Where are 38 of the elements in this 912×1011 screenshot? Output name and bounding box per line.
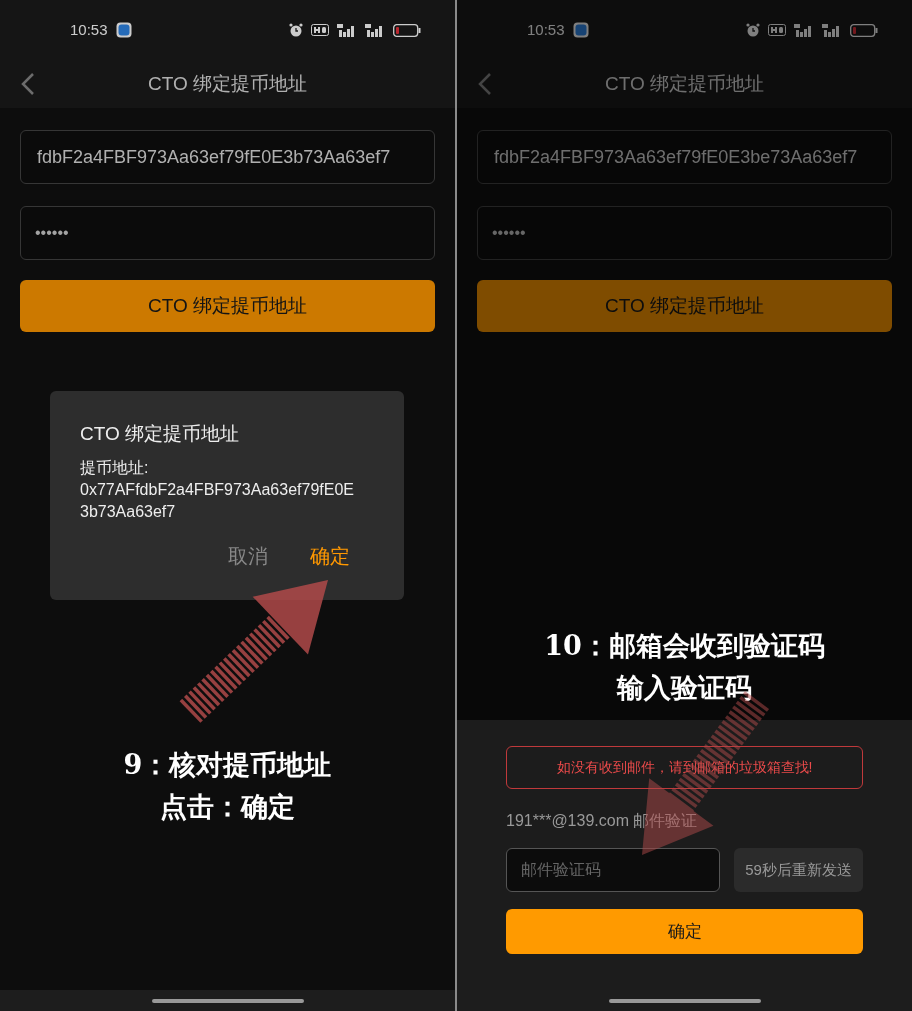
- caption-text: 点击：确定: [160, 790, 295, 824]
- caption-text: 9：核对提币地址: [123, 748, 332, 782]
- hd-icon: [311, 24, 329, 36]
- status-time: 10:53: [527, 19, 565, 40]
- confirm-button[interactable]: 确定: [506, 909, 863, 954]
- status-time: 10:53: [70, 19, 108, 40]
- app-icon: [572, 22, 589, 38]
- code-input[interactable]: 邮件验证码: [506, 848, 720, 892]
- page-title: CTO 绑定提币地址: [147, 71, 307, 96]
- dialog-title: CTO 绑定提币地址: [80, 422, 241, 446]
- address-field[interactable]: fdbF2a4FBF973Aa63ef79fE0E3b73Aa63ef7: [20, 130, 435, 184]
- address-label: 提币地址:: [80, 458, 150, 478]
- password-field[interactable]: ••••••: [477, 206, 892, 260]
- caption-text: 10：邮箱会收到验证码: [544, 629, 825, 663]
- password-field[interactable]: ••••••: [20, 206, 435, 260]
- resend-button[interactable]: 59秒后重新发送: [734, 848, 863, 892]
- signal-icon: [794, 23, 814, 37]
- alarm-icon: [289, 23, 303, 37]
- cancel-button[interactable]: 取消: [228, 541, 268, 571]
- address-field[interactable]: fdbF2a4FBF973Aa63ef79fE0E3be73Aa63ef7: [477, 130, 892, 184]
- alarm-icon: [746, 23, 760, 37]
- signal-icon: [822, 23, 842, 37]
- page-title: CTO 绑定提币地址: [604, 71, 764, 96]
- warning-notice: 如没有收到邮件，请到邮箱的垃圾箱查找!: [506, 746, 863, 789]
- caption-text: 输入验证码: [617, 671, 752, 705]
- signal-icon: [337, 23, 357, 37]
- pointer-arrow-icon: [179, 580, 328, 723]
- app-icon: [115, 22, 132, 38]
- signal-icon: [365, 23, 385, 37]
- battery-icon: [393, 23, 421, 37]
- submit-button[interactable]: CTO 绑定提币地址: [20, 280, 435, 332]
- home-indicator[interactable]: [151, 998, 304, 1003]
- battery-icon: [850, 23, 878, 37]
- hd-icon: [768, 24, 786, 36]
- address-text: 0x77AFfdbF2a4FBF973Aa63ef79fE0E3b73Aa63ef7: [80, 480, 355, 522]
- confirm-button[interactable]: 确定: [310, 541, 350, 571]
- email-label: 191***@139.com 邮件验证: [506, 811, 698, 831]
- home-indicator[interactable]: [608, 998, 761, 1003]
